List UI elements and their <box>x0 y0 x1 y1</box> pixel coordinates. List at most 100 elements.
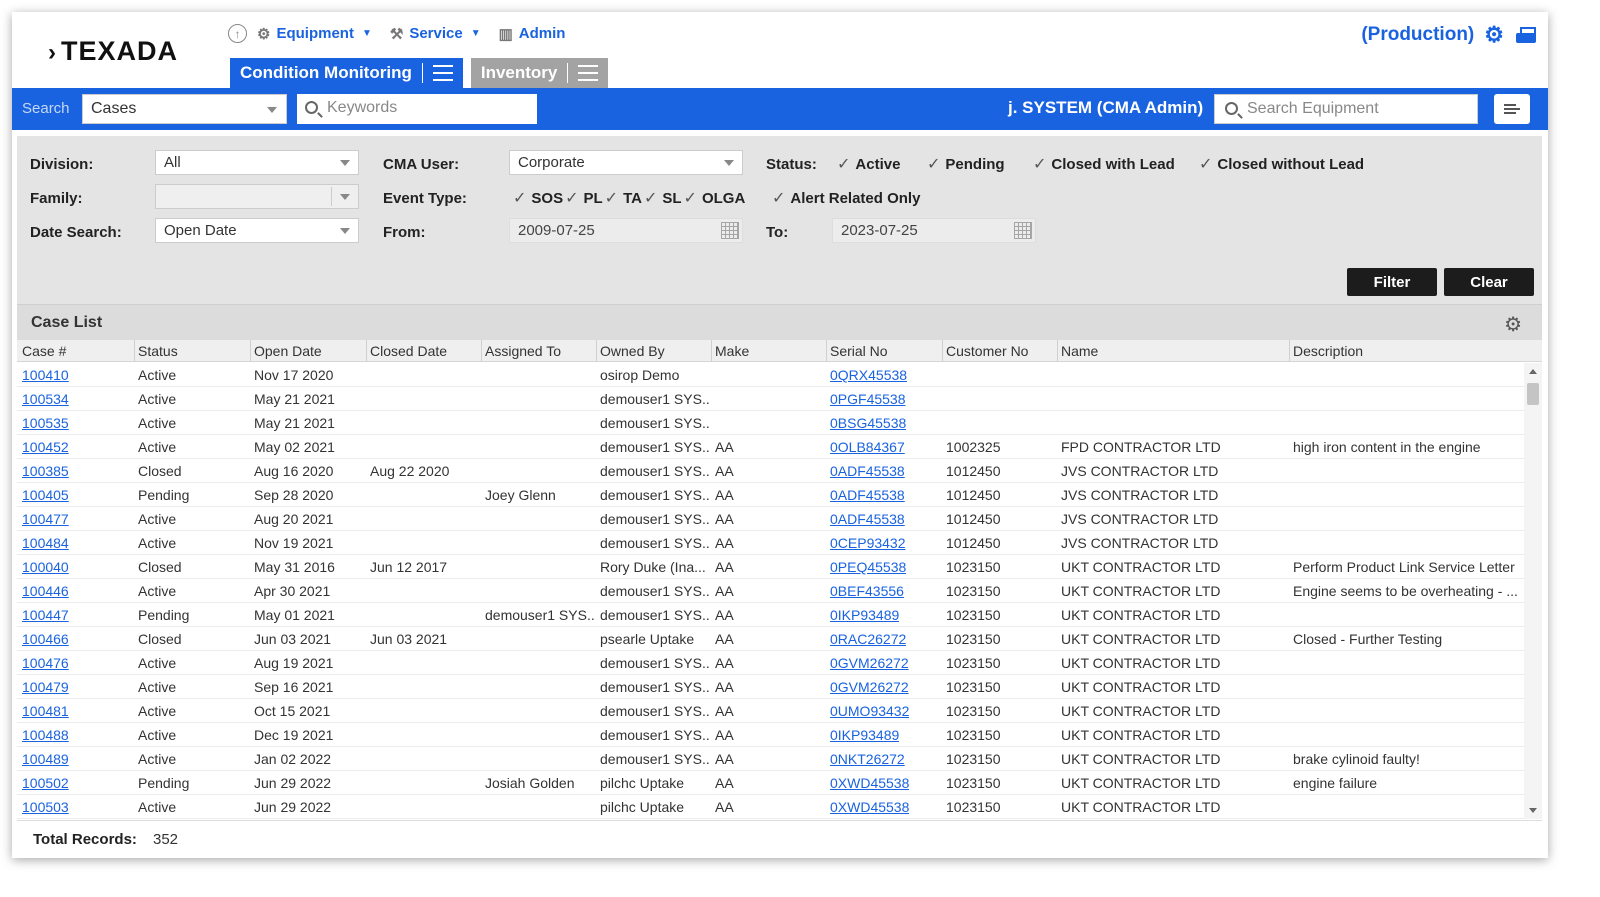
table-row[interactable]: 100477 Active Aug 20 2021 demouser1 SYS... A… <box>17 507 1524 531</box>
tab-inventory[interactable]: Inventory <box>470 58 609 88</box>
event-type-pl[interactable]: PL <box>584 190 603 207</box>
status-closed-without-lead-checkbox[interactable]: ✓ Closed without Lead <box>1199 154 1364 174</box>
serial-number-link[interactable]: 0XWD45538 <box>830 775 909 791</box>
case-number-link[interactable]: 100488 <box>22 727 69 743</box>
hamburger-icon[interactable] <box>578 65 599 81</box>
table-row[interactable]: 100476 Active Aug 19 2021 demouser1 SYS... A… <box>17 651 1524 675</box>
serial-number-link[interactable]: 0GVM26272 <box>830 655 909 671</box>
quick-menu-button[interactable] <box>1494 94 1530 124</box>
calendar-icon[interactable] <box>721 222 739 239</box>
hide-columns-icon[interactable]: ⚙ <box>1504 312 1522 337</box>
table-row[interactable]: 100489 Active Jan 02 2022 demouser1 SYS... A… <box>17 747 1524 771</box>
table-row[interactable]: 100502 Pending Jun 29 2022 Josiah Golden pil… <box>17 771 1524 795</box>
case-number-link[interactable]: 100503 <box>22 799 69 815</box>
column-separator[interactable] <box>942 340 943 362</box>
nav-equipment[interactable]: ⚙ Equipment ▼ <box>257 25 372 43</box>
filter-button[interactable]: Filter <box>1347 268 1437 296</box>
table-row[interactable]: 100446 Active Apr 30 2021 demouser1 SYS... A… <box>17 579 1524 603</box>
case-number-link[interactable]: 100385 <box>22 463 69 479</box>
case-number-link[interactable]: 100479 <box>22 679 69 695</box>
alert-related-checkbox[interactable]: ✓ Alert Related Only <box>772 188 920 208</box>
checkbox-icon[interactable]: ✓ <box>565 188 578 208</box>
column-header[interactable]: Serial No <box>830 343 888 359</box>
case-number-link[interactable]: 100502 <box>22 775 69 791</box>
hamburger-icon[interactable] <box>432 65 453 81</box>
scroll-up-icon[interactable] <box>1529 369 1537 374</box>
from-date-input[interactable]: 2009-07-25 <box>509 218 743 243</box>
event-type-ta[interactable]: TA <box>623 190 642 207</box>
column-header[interactable]: Name <box>1061 343 1098 359</box>
print-icon[interactable] <box>1516 26 1536 44</box>
column-header[interactable]: Assigned To <box>485 343 561 359</box>
case-number-link[interactable]: 100447 <box>22 607 69 623</box>
column-separator[interactable] <box>481 340 482 362</box>
table-row[interactable]: 100452 Active May 02 2021 demouser1 SYS... A… <box>17 435 1524 459</box>
column-header[interactable]: Closed Date <box>370 343 447 359</box>
column-separator[interactable] <box>596 340 597 362</box>
table-row[interactable]: 100385 Closed Aug 16 2020 Aug 22 2020 demous… <box>17 459 1524 483</box>
gear-icon[interactable]: ⚙ <box>1484 22 1504 48</box>
column-separator[interactable] <box>134 340 135 362</box>
division-select[interactable]: All <box>155 150 359 175</box>
case-number-link[interactable]: 100535 <box>22 415 69 431</box>
event-type-olga[interactable]: OLGA <box>702 190 745 207</box>
table-row[interactable]: 100479 Active Sep 16 2021 demouser1 SYS... A… <box>17 675 1524 699</box>
event-type-sl[interactable]: SL <box>662 190 681 207</box>
serial-number-link[interactable]: 0OLB84367 <box>830 439 905 455</box>
serial-number-link[interactable]: 0PEQ45538 <box>830 559 906 575</box>
serial-number-link[interactable]: 0CEP93432 <box>830 535 906 551</box>
texada-logo[interactable]: › TEXADA <box>48 36 178 67</box>
table-row[interactable]: 100040 Closed May 31 2016 Jun 12 2017 Rory D… <box>17 555 1524 579</box>
column-header[interactable]: Owned By <box>600 343 665 359</box>
nav-admin[interactable]: ▥ Admin <box>499 25 566 43</box>
vertical-scrollbar[interactable] <box>1524 363 1542 819</box>
serial-number-link[interactable]: 0XWD45538 <box>830 799 909 815</box>
serial-number-link[interactable]: 0IKP93489 <box>830 607 899 623</box>
column-header[interactable]: Open Date <box>254 343 322 359</box>
serial-number-link[interactable]: 0NKT26272 <box>830 751 905 767</box>
column-separator[interactable] <box>250 340 251 362</box>
table-row[interactable]: 100447 Pending May 01 2021 demouser1 SYS...… <box>17 603 1524 627</box>
table-row[interactable]: 100503 Active Jun 29 2022 pilchc Uptake AA 0X… <box>17 795 1524 819</box>
checkbox-icon[interactable]: ✓ <box>605 188 618 208</box>
serial-number-link[interactable]: 0ADF45538 <box>830 463 905 479</box>
scrollbar-thumb[interactable] <box>1527 383 1539 405</box>
column-header[interactable]: Description <box>1293 343 1363 359</box>
checkbox-icon[interactable]: ✓ <box>644 188 657 208</box>
case-number-link[interactable]: 100405 <box>22 487 69 503</box>
serial-number-link[interactable]: 0BSG45538 <box>830 415 906 431</box>
status-active-checkbox[interactable]: ✓ Active <box>837 154 900 174</box>
date-search-select[interactable]: Open Date <box>155 218 359 243</box>
table-row[interactable]: 100535 Active May 21 2021 demouser1 SYS... 0… <box>17 411 1524 435</box>
column-separator[interactable] <box>826 340 827 362</box>
serial-number-link[interactable]: 0ADF45538 <box>830 511 905 527</box>
column-separator[interactable] <box>366 340 367 362</box>
table-row[interactable]: 100481 Active Oct 15 2021 demouser1 SYS... A… <box>17 699 1524 723</box>
nav-service[interactable]: ⚒ Service ▼ <box>390 25 481 43</box>
checkbox-icon[interactable]: ✓ <box>684 188 697 208</box>
current-user[interactable]: j. SYSTEM (CMA Admin) <box>1008 98 1203 118</box>
search-type-select[interactable]: Cases <box>82 94 287 124</box>
serial-number-link[interactable]: 0BEF43556 <box>830 583 904 599</box>
case-number-link[interactable]: 100466 <box>22 631 69 647</box>
case-number-link[interactable]: 100040 <box>22 559 69 575</box>
serial-number-link[interactable]: 0ADF45538 <box>830 487 905 503</box>
serial-number-link[interactable]: 0PGF45538 <box>830 391 906 407</box>
case-number-link[interactable]: 100481 <box>22 703 69 719</box>
column-header[interactable]: Status <box>138 343 178 359</box>
column-header[interactable]: Customer No <box>946 343 1028 359</box>
case-number-link[interactable]: 100484 <box>22 535 69 551</box>
case-number-link[interactable]: 100476 <box>22 655 69 671</box>
event-type-sos[interactable]: SOS <box>531 190 563 207</box>
table-row[interactable]: 100405 Pending Sep 28 2020 Joey Glenn demous… <box>17 483 1524 507</box>
column-separator[interactable] <box>711 340 712 362</box>
table-row[interactable]: 100410 Active Nov 17 2020 osirop Demo 0QRX45… <box>17 363 1524 387</box>
column-header[interactable]: Make <box>715 343 749 359</box>
to-date-input[interactable]: 2023-07-25 <box>832 218 1036 243</box>
cma-user-select[interactable]: Corporate <box>509 150 743 175</box>
table-row[interactable]: 100466 Closed Jun 03 2021 Jun 03 2021 psearl… <box>17 627 1524 651</box>
status-pending-checkbox[interactable]: ✓ Pending <box>927 154 1005 174</box>
case-number-link[interactable]: 100477 <box>22 511 69 527</box>
table-row[interactable]: 100484 Active Nov 19 2021 demouser1 SYS... A… <box>17 531 1524 555</box>
table-row[interactable]: 100488 Active Dec 19 2021 demouser1 SYS... A… <box>17 723 1524 747</box>
